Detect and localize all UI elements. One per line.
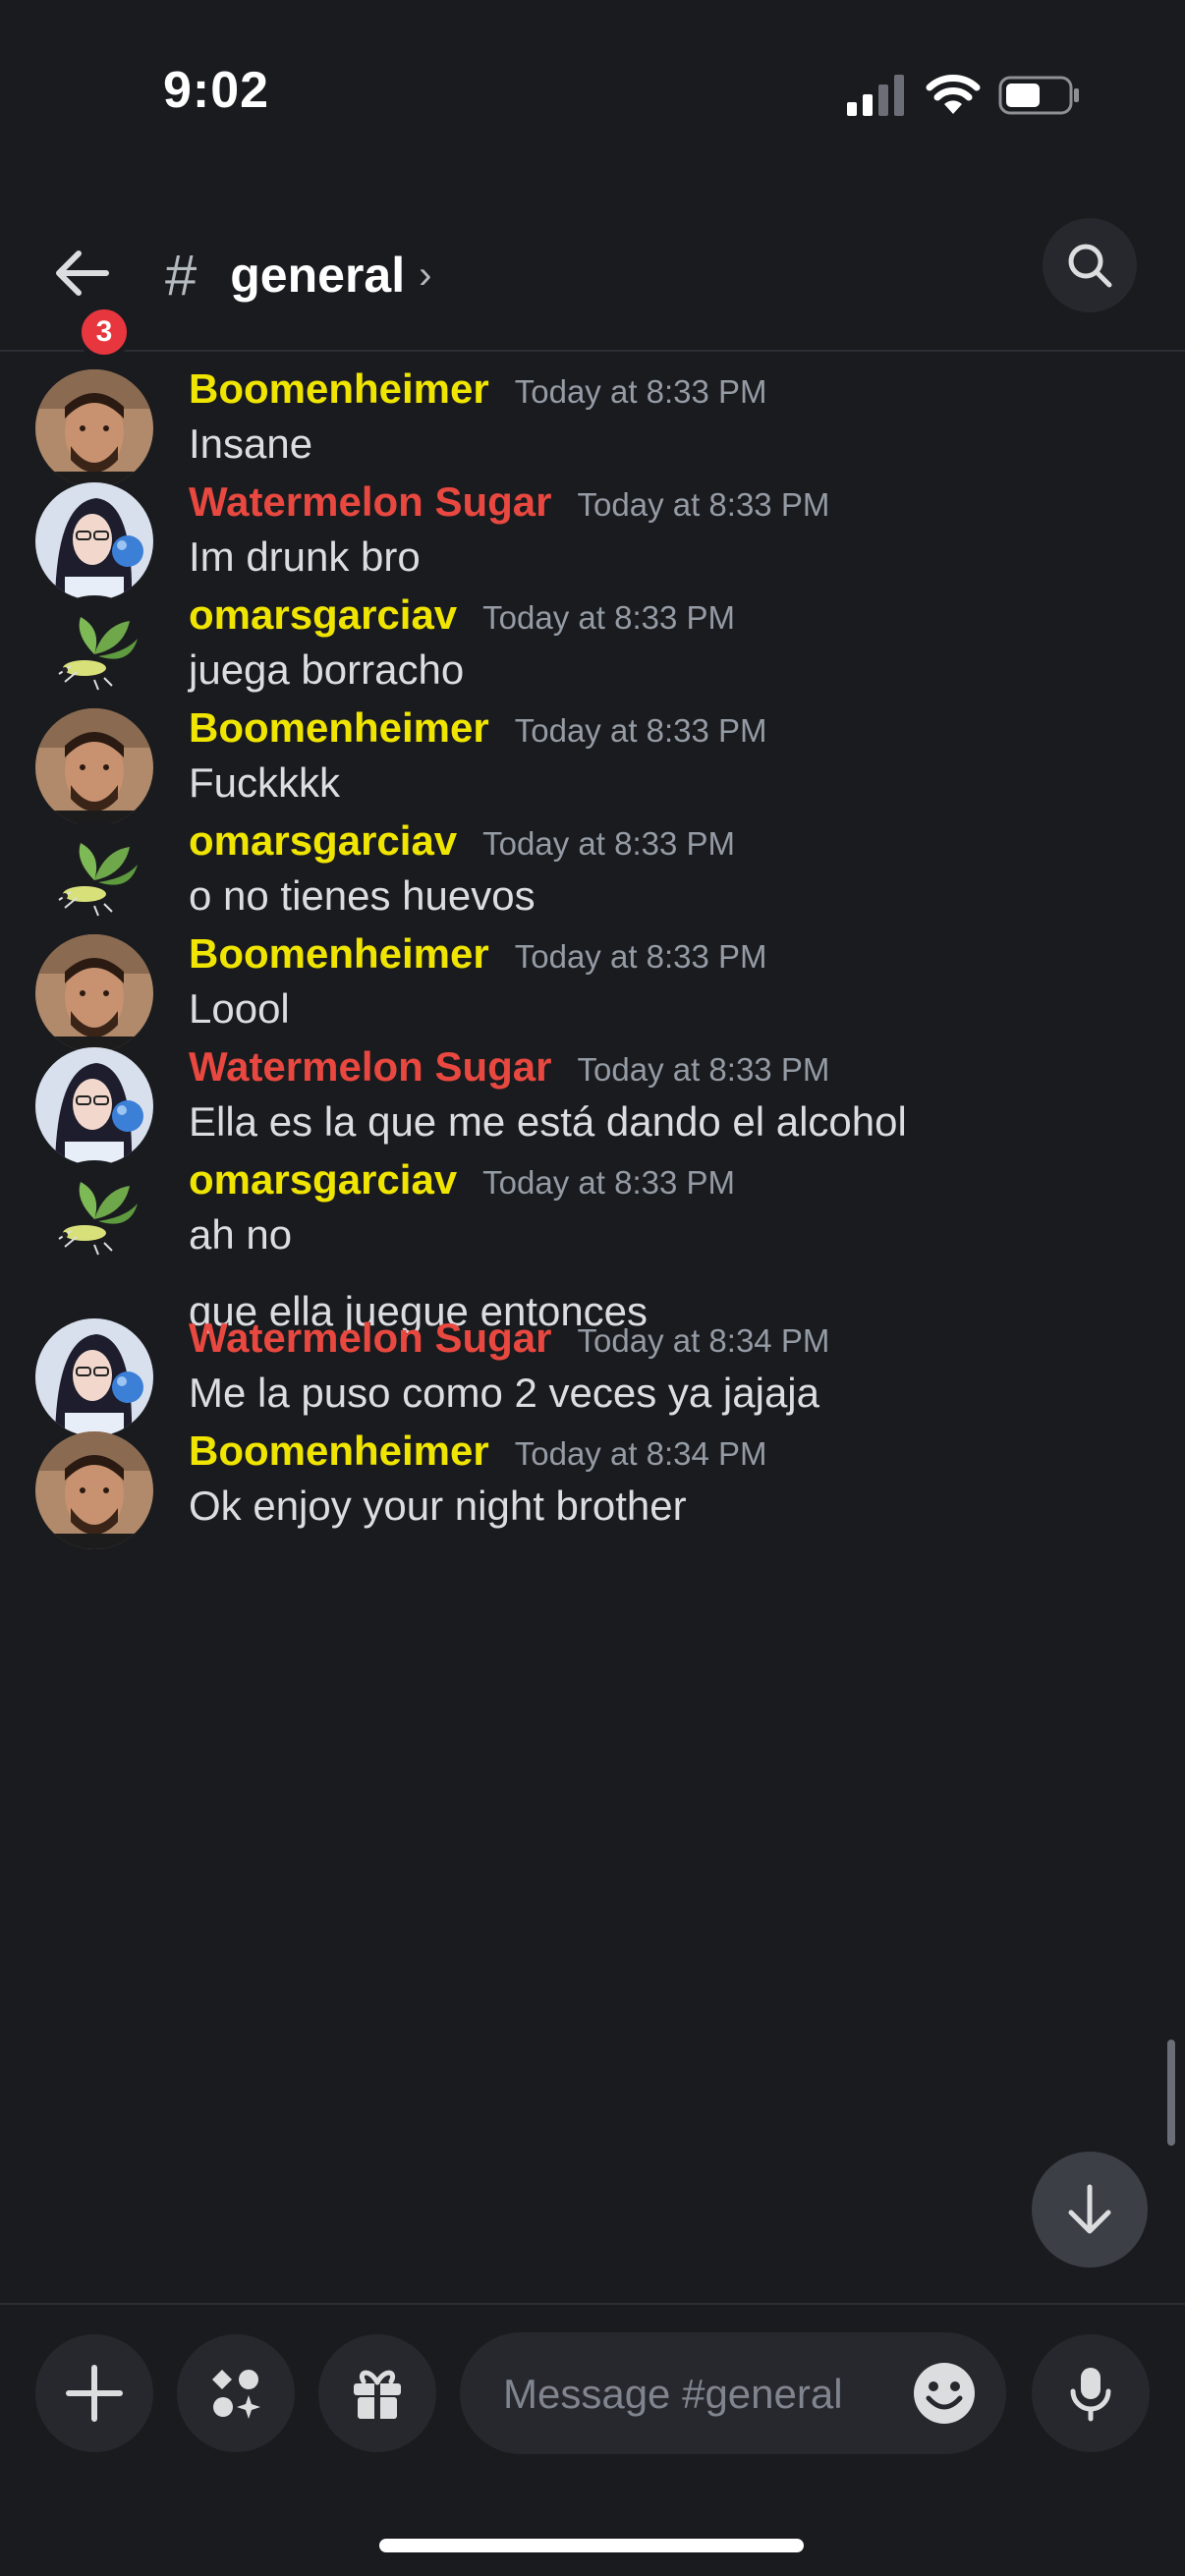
message-input[interactable] (501, 2332, 878, 2456)
message-item[interactable]: Watermelon Sugar Today at 8:34 PM Me la pu… (0, 1301, 1185, 1436)
message-text: Ella es la que me está dando el alcohol (189, 1098, 907, 1145)
status-bar: 9:02 (0, 0, 1185, 187)
message-text: Loool (189, 985, 290, 1032)
message-text: Im drunk bro (189, 533, 421, 580)
timestamp: Today at 8:34 PM (577, 1322, 830, 1359)
channel-header: 3 # general › (0, 196, 1185, 360)
wifi-icon (926, 75, 981, 114)
message-item[interactable]: omarsgarciav Today at 8:33 PM ah no que ell… (0, 1143, 1185, 1334)
gift-icon (354, 2370, 401, 2419)
message-item[interactable]: Watermelon Sugar Today at 8:33 PM Im drunk… (0, 465, 1185, 600)
timestamp: Today at 8:33 PM (482, 599, 735, 636)
channel-name: general (230, 248, 406, 303)
message-input-container (460, 2332, 1006, 2456)
chevron-right-icon: › (419, 252, 432, 297)
channel-title[interactable]: # general › (165, 236, 431, 314)
back-button[interactable]: 3 (39, 226, 134, 360)
apps-button[interactable] (177, 2334, 295, 2452)
username[interactable]: omarsgarciav (189, 1156, 457, 1204)
username[interactable]: omarsgarciav (189, 591, 457, 639)
hash-icon: # (165, 243, 198, 308)
arrow-left-icon (56, 251, 109, 296)
timestamp: Today at 8:33 PM (577, 486, 830, 523)
timestamp: Today at 8:33 PM (514, 938, 767, 975)
home-indicator[interactable] (379, 2539, 804, 2552)
message-text: o no tienes huevos (189, 872, 536, 919)
message-header: Boomenheimer Today at 8:33 PM (189, 704, 767, 752)
timestamp: Today at 8:33 PM (577, 1051, 830, 1088)
message-item[interactable]: Watermelon Sugar Today at 8:33 PM Ella es … (0, 1030, 1185, 1165)
search-button[interactable] (1043, 218, 1137, 312)
timestamp: Today at 8:33 PM (514, 712, 767, 749)
search-icon (1068, 244, 1112, 288)
gift-button[interactable] (318, 2334, 436, 2452)
add-attachment-button[interactable] (35, 2334, 153, 2452)
avatar[interactable] (35, 1160, 153, 1278)
username[interactable]: omarsgarciav (189, 817, 457, 865)
message-header: Boomenheimer Today at 8:33 PM (189, 365, 767, 413)
message-list[interactable]: Boomenheimer Today at 8:33 PM Insane Waterm… (0, 352, 1185, 2303)
timestamp: Today at 8:34 PM (514, 1435, 767, 1472)
username[interactable]: Boomenheimer (189, 365, 489, 413)
message-header: omarsgarciav Today at 8:33 PM (189, 591, 735, 639)
username[interactable]: Boomenheimer (189, 1428, 489, 1475)
message-header: Boomenheimer Today at 8:33 PM (189, 930, 767, 978)
timestamp: Today at 8:33 PM (482, 1164, 735, 1201)
scrollbar[interactable] (1167, 2040, 1175, 2146)
username[interactable]: Boomenheimer (189, 930, 489, 978)
timestamp: Today at 8:33 PM (482, 825, 735, 862)
message-header: Watermelon Sugar Today at 8:33 PM (189, 478, 829, 526)
message-item[interactable]: omarsgarciav Today at 8:33 PM o no tienes … (0, 804, 1185, 939)
message-item[interactable]: Boomenheimer Today at 8:34 PM Ok enjoy you… (0, 1414, 1185, 1549)
username[interactable]: Watermelon Sugar (189, 1315, 552, 1362)
emoji-icon[interactable] (912, 2361, 977, 2426)
message-item[interactable]: omarsgarciav Today at 8:33 PM juega borrac… (0, 578, 1185, 713)
message-header: Boomenheimer Today at 8:34 PM (189, 1428, 767, 1475)
message-header: omarsgarciav Today at 8:33 PM (189, 817, 735, 865)
username[interactable]: Watermelon Sugar (189, 478, 552, 526)
message-text: juega borracho (189, 646, 465, 693)
message-text: Ok enjoy your night brother (189, 1483, 687, 1529)
avatar[interactable] (35, 1431, 153, 1549)
message-header: Watermelon Sugar Today at 8:34 PM (189, 1315, 829, 1362)
message-text: Me la puso como 2 veces ya jajaja (189, 1370, 819, 1416)
message-item[interactable]: Boomenheimer Today at 8:33 PM Fuckkkk (0, 691, 1185, 826)
plus-icon (66, 2365, 123, 2422)
username[interactable]: Boomenheimer (189, 704, 489, 752)
arrow-down-icon (1068, 2184, 1111, 2234)
jump-to-present-button[interactable] (1032, 2152, 1148, 2268)
battery-icon (998, 76, 1079, 115)
microphone-icon (1070, 2368, 1111, 2422)
apps-icon (212, 2370, 260, 2419)
message-header: omarsgarciav Today at 8:33 PM (189, 1156, 735, 1204)
voice-message-button[interactable] (1032, 2334, 1150, 2452)
message-text: Insane (189, 420, 313, 467)
cellular-signal-icon (847, 75, 904, 116)
message-item[interactable]: Boomenheimer Today at 8:33 PM Loool (0, 917, 1185, 1052)
username[interactable]: Watermelon Sugar (189, 1043, 552, 1091)
status-time: 9:02 (163, 62, 270, 119)
message-header: Watermelon Sugar Today at 8:33 PM (189, 1043, 829, 1091)
timestamp: Today at 8:33 PM (514, 373, 767, 410)
message-item[interactable]: Boomenheimer Today at 8:33 PM Insane (0, 352, 1185, 487)
message-text: Fuckkkk (189, 759, 341, 806)
message-composer (0, 2303, 1185, 2482)
message-text: ah no (189, 1211, 293, 1258)
